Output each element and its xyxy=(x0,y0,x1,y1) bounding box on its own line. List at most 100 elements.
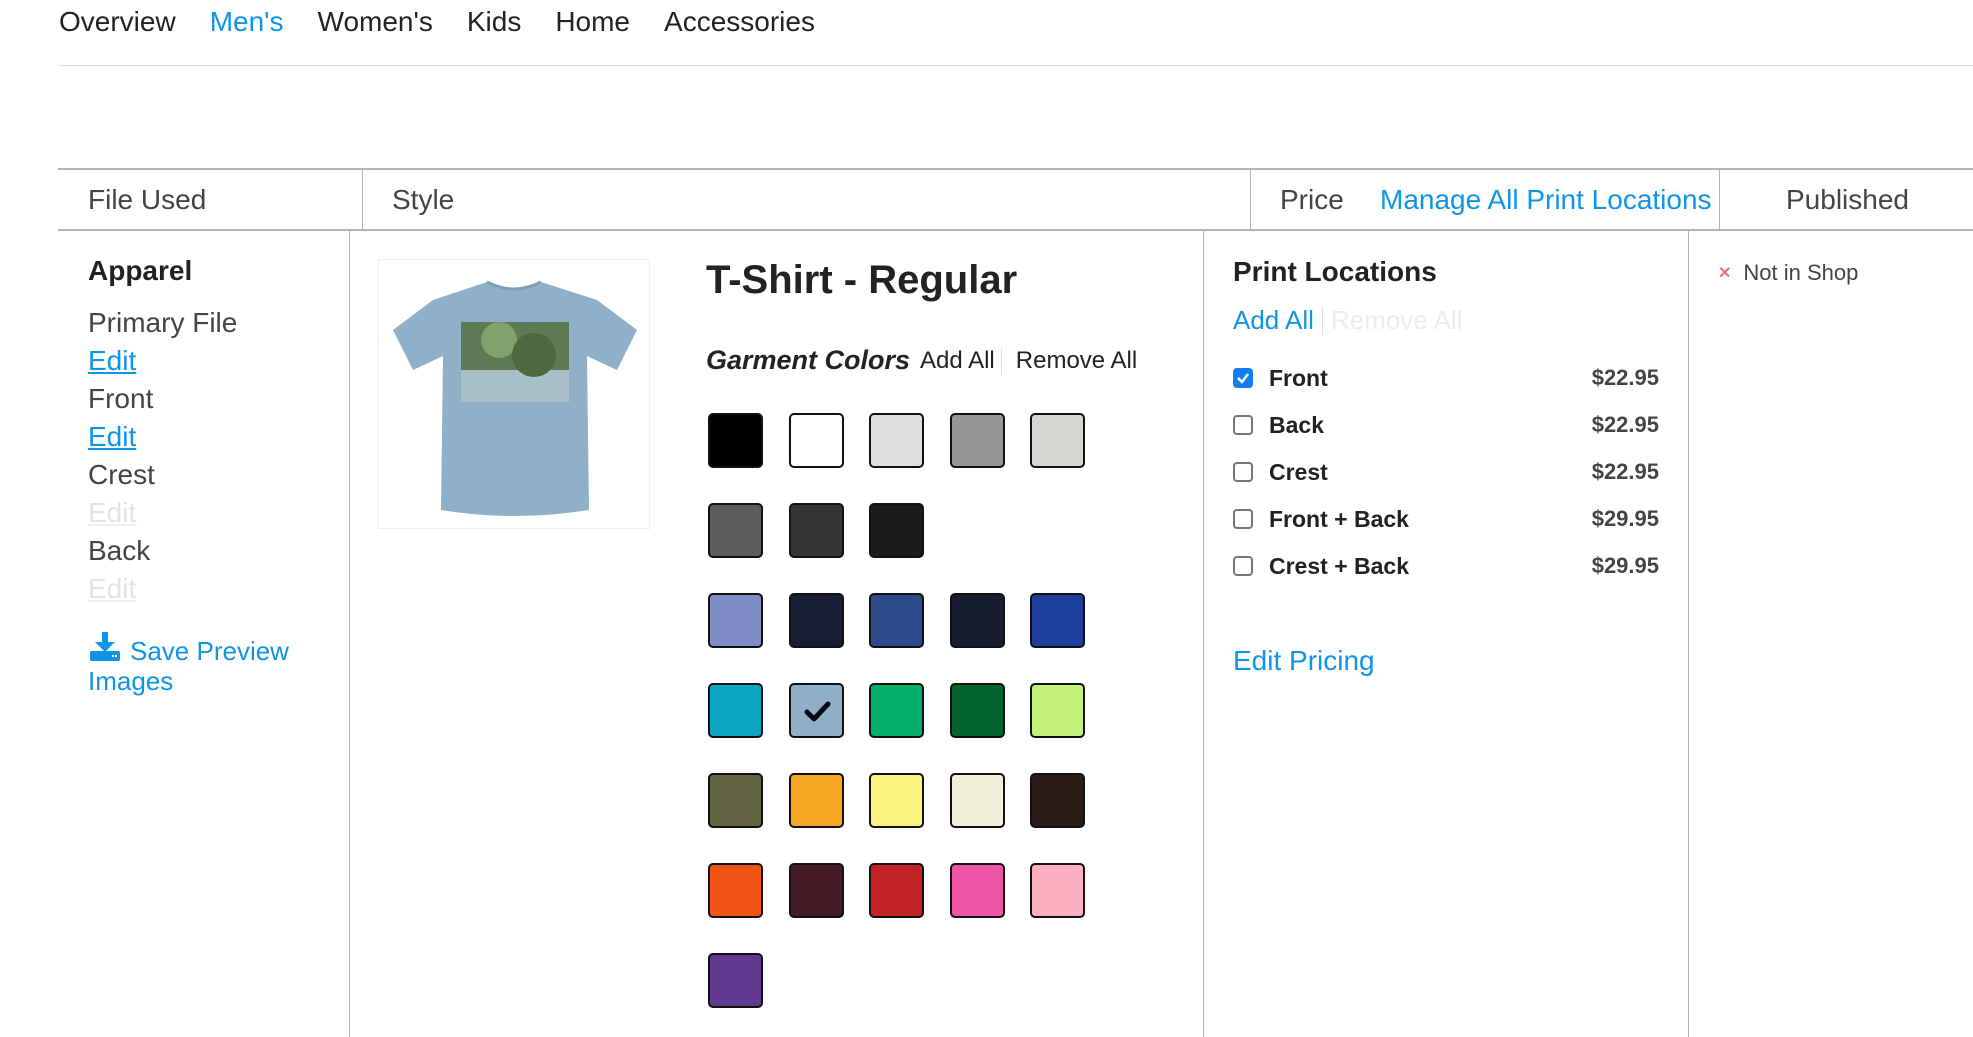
manage-all-print-locations-link[interactable]: Manage All Print Locations xyxy=(1380,170,1712,229)
print-location-label[interactable]: Crest + Back xyxy=(1269,553,1409,580)
file-label-front: Front xyxy=(88,383,154,414)
garment-colors-label: Garment Colors xyxy=(706,345,911,375)
nav-divider xyxy=(59,65,1973,66)
color-swatch[interactable] xyxy=(949,593,1005,648)
print-location-label[interactable]: Back xyxy=(1269,412,1324,439)
color-swatch[interactable] xyxy=(949,773,1005,828)
color-swatch[interactable] xyxy=(1030,863,1085,918)
color-swatch[interactable] xyxy=(1030,593,1085,648)
color-swatch[interactable] xyxy=(869,863,924,918)
apparel-heading: Apparel xyxy=(88,255,193,286)
color-swatch[interactable] xyxy=(788,503,844,558)
print-location-row: Crest $22.95 xyxy=(1233,455,1659,489)
header-price: Price xyxy=(1280,183,1344,215)
tab-mens[interactable]: Men's xyxy=(210,6,284,38)
divider xyxy=(1000,347,1002,374)
garment-add-all-button[interactable]: Add All xyxy=(920,347,995,375)
header-style: Style xyxy=(392,183,455,215)
print-location-checkbox[interactable] xyxy=(1233,509,1253,529)
edit-front-link[interactable]: Edit xyxy=(88,421,136,452)
file-label-primary: Primary File xyxy=(88,307,238,338)
file-label-crest: Crest xyxy=(88,459,155,490)
file-label-back: Back xyxy=(88,535,151,566)
published-status: ✕ Not in Shop xyxy=(1718,260,1858,286)
color-swatch[interactable] xyxy=(869,593,924,648)
tshirt-icon xyxy=(393,280,637,516)
checkmark-icon xyxy=(804,701,830,722)
header-published: Published xyxy=(1786,183,1909,215)
print-location-row: Back $22.95 xyxy=(1233,408,1659,442)
save-preview-images-link[interactable]: Save Preview Images xyxy=(88,632,328,696)
color-swatch[interactable] xyxy=(1030,773,1085,828)
color-swatch[interactable] xyxy=(949,863,1005,918)
table-header: File Used Style Price Manage All Print L… xyxy=(58,168,1973,231)
print-location-checkbox[interactable] xyxy=(1233,415,1253,435)
color-swatch[interactable] xyxy=(708,593,763,648)
print-location-checkbox[interactable] xyxy=(1233,556,1253,576)
header-divider xyxy=(1719,170,1720,229)
print-locations-title: Print Locations xyxy=(1233,256,1437,287)
header-file-used: File Used xyxy=(88,183,207,215)
color-swatch[interactable] xyxy=(869,503,924,558)
column-divider xyxy=(1688,229,1689,1037)
color-swatch[interactable] xyxy=(1030,683,1085,738)
print-location-label[interactable]: Front xyxy=(1269,365,1328,392)
color-swatch[interactable] xyxy=(708,773,763,828)
column-divider xyxy=(349,229,350,1037)
color-swatch[interactable] xyxy=(708,863,763,918)
column-divider xyxy=(1203,229,1204,1037)
tab-overview[interactable]: Overview xyxy=(59,6,176,38)
tab-womens[interactable]: Women's xyxy=(318,6,433,38)
tab-kids[interactable]: Kids xyxy=(467,6,521,38)
print-locations-actions: Add All Remove All xyxy=(1233,305,1462,336)
print-location-price: $29.95 xyxy=(1591,553,1659,578)
garment-remove-all-button[interactable]: Remove All xyxy=(1016,347,1137,375)
product-preview-image xyxy=(378,259,650,529)
edit-pricing-link[interactable]: Edit Pricing xyxy=(1233,645,1375,677)
color-swatch[interactable] xyxy=(788,863,844,918)
print-location-label[interactable]: Crest xyxy=(1269,459,1328,486)
edit-back-link: Edit xyxy=(88,573,137,604)
header-divider xyxy=(1250,170,1251,229)
divider xyxy=(1321,306,1323,335)
print-remove-all-button: Remove All xyxy=(1330,305,1463,335)
tab-home[interactable]: Home xyxy=(555,6,630,38)
color-swatch[interactable] xyxy=(708,953,763,1008)
color-swatch[interactable] xyxy=(1030,413,1085,468)
color-swatch[interactable] xyxy=(708,413,763,468)
x-icon: ✕ xyxy=(1718,265,1732,282)
file-list: Primary File Edit Front Edit Crest Edit … xyxy=(88,304,237,608)
print-location-label[interactable]: Front + Back xyxy=(1269,506,1409,533)
color-swatch[interactable] xyxy=(869,683,924,738)
print-location-price: $22.95 xyxy=(1591,365,1659,390)
color-swatch[interactable] xyxy=(708,683,763,738)
print-location-checkbox[interactable] xyxy=(1233,368,1253,388)
print-location-price: $22.95 xyxy=(1591,412,1659,437)
print-location-price: $29.95 xyxy=(1591,506,1659,531)
color-swatch[interactable] xyxy=(869,773,924,828)
print-location-row: Crest + Back $29.95 xyxy=(1233,549,1659,583)
color-swatch[interactable] xyxy=(949,683,1005,738)
print-location-price: $22.95 xyxy=(1591,459,1659,484)
product-title: T-Shirt - Regular xyxy=(706,258,1018,302)
color-swatch[interactable] xyxy=(949,413,1005,468)
color-swatch[interactable] xyxy=(788,683,844,738)
tab-accessories[interactable]: Accessories xyxy=(664,6,815,38)
print-add-all-button[interactable]: Add All xyxy=(1233,305,1314,336)
color-swatch[interactable] xyxy=(788,413,844,468)
download-icon xyxy=(90,632,120,661)
check-icon xyxy=(1237,373,1249,384)
published-status-text: Not in Shop xyxy=(1743,260,1859,285)
color-swatch[interactable] xyxy=(708,503,763,558)
print-location-row: Front + Back $29.95 xyxy=(1233,502,1659,536)
header-divider xyxy=(362,170,363,229)
print-location-checkbox[interactable] xyxy=(1233,462,1253,482)
color-swatch[interactable] xyxy=(788,593,844,648)
edit-crest-link: Edit xyxy=(88,497,137,528)
print-location-row: Front $22.95 xyxy=(1233,361,1659,395)
garment-colors-bar: Garment Colors Add All Remove All xyxy=(706,345,1137,376)
color-swatch[interactable] xyxy=(869,413,924,468)
color-swatch[interactable] xyxy=(788,773,844,828)
category-nav: Overview Men's Women's Kids Home Accesso… xyxy=(59,0,849,44)
edit-primary-file-link[interactable]: Edit xyxy=(88,345,136,376)
